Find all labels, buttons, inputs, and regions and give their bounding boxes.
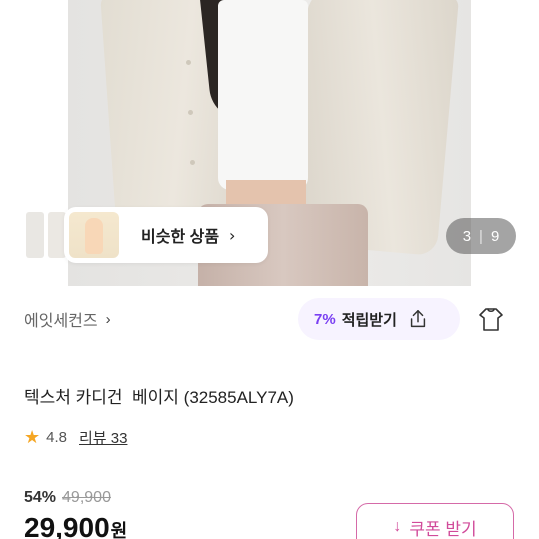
- coupon-label: 쿠폰 받기: [409, 519, 477, 539]
- review-link[interactable]: 리뷰 33: [79, 427, 127, 448]
- download-arrow-icon: ↓: [393, 518, 402, 535]
- original-price: 49,900: [62, 489, 111, 506]
- product-title: 텍스처 카디건 베이지 (32585ALY7A): [24, 388, 294, 407]
- brand-link[interactable]: 에잇세컨즈 ›: [24, 307, 111, 331]
- reward-button[interactable]: 7% 적립받기: [298, 298, 460, 340]
- hanger-icon[interactable]: [476, 306, 506, 334]
- similar-products-label: 비슷한 상품: [141, 229, 220, 246]
- similar-product-thumbnail: [69, 212, 119, 258]
- sale-price: 29,900 원: [24, 512, 127, 539]
- share-icon[interactable]: [407, 308, 429, 330]
- coupon-button[interactable]: ↓ 쿠폰 받기: [356, 503, 514, 539]
- rating-row: ★ 4.8 리뷰 33: [24, 427, 127, 448]
- sale-price-value: 29,900: [24, 512, 110, 539]
- reward-percent: 7%: [314, 310, 336, 328]
- brand-name: 에잇세컨즈: [24, 313, 98, 330]
- reward-label: 적립받기: [341, 311, 397, 329]
- pager-current: 3: [462, 227, 472, 245]
- chevron-right-icon: ›: [105, 310, 111, 328]
- similar-products-button[interactable]: 비슷한 상품 ›: [64, 207, 268, 263]
- discount-percent: 54%: [24, 489, 57, 506]
- chevron-right-icon: ›: [229, 225, 236, 245]
- thumbnail-edge: [26, 212, 44, 258]
- rating-value: 4.8: [46, 429, 67, 446]
- discount-row: 54% 49,900: [24, 489, 111, 507]
- pager-separator: |: [479, 227, 483, 245]
- star-icon: ★: [24, 427, 41, 447]
- currency-label: 원: [110, 521, 128, 539]
- pager-total: 9: [490, 227, 500, 245]
- image-pager: 3 | 9: [446, 218, 516, 254]
- product-image-carousel[interactable]: 비슷한 상품 › 3 | 9: [0, 0, 539, 286]
